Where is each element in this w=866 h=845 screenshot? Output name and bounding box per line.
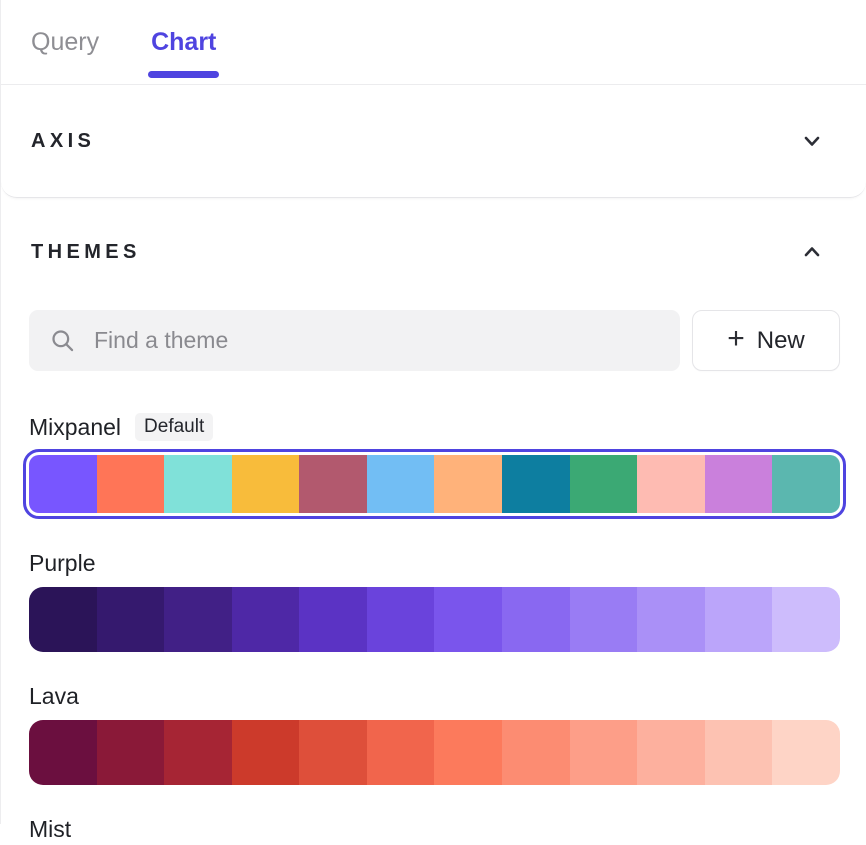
swatch-row bbox=[29, 720, 840, 785]
theme-search[interactable] bbox=[29, 310, 680, 371]
themes-section: THEMES + New MixpanelDefaultPurpleLavaMi… bbox=[1, 198, 866, 845]
new-theme-button-label: New bbox=[757, 327, 805, 355]
color-swatch bbox=[232, 455, 300, 513]
color-swatch bbox=[434, 720, 502, 785]
theme-name: Mixpanel bbox=[29, 414, 121, 441]
color-swatch bbox=[637, 587, 705, 652]
swatch-row bbox=[29, 455, 840, 513]
default-badge: Default bbox=[135, 413, 213, 442]
color-swatch bbox=[502, 720, 570, 785]
theme-row-mixpanel[interactable]: Mixpanel Default bbox=[29, 411, 840, 519]
color-swatch bbox=[29, 720, 97, 785]
color-swatch bbox=[502, 455, 570, 513]
theme-swatch-strip-selected[interactable] bbox=[23, 449, 846, 519]
new-theme-button[interactable]: + New bbox=[692, 310, 840, 371]
theme-swatch-strip[interactable] bbox=[29, 587, 840, 652]
color-swatch bbox=[299, 587, 367, 652]
color-swatch bbox=[705, 720, 773, 785]
color-swatch bbox=[97, 587, 165, 652]
theme-label: Lava bbox=[29, 680, 840, 712]
color-swatch bbox=[570, 720, 638, 785]
color-swatch bbox=[97, 455, 165, 513]
color-swatch bbox=[772, 587, 840, 652]
theme-controls: + New bbox=[29, 310, 840, 371]
color-swatch bbox=[232, 587, 300, 652]
theme-swatch-strip[interactable] bbox=[29, 720, 840, 785]
color-swatch bbox=[570, 455, 638, 513]
color-swatch bbox=[570, 587, 638, 652]
theme-label: Purple bbox=[29, 547, 840, 579]
theme-row-purple[interactable]: Purple bbox=[29, 547, 840, 652]
color-swatch bbox=[29, 455, 97, 513]
theme-label: Mixpanel Default bbox=[29, 411, 840, 443]
plus-icon: + bbox=[727, 324, 745, 354]
axis-section-title: AXIS bbox=[31, 130, 95, 153]
color-swatch bbox=[367, 587, 435, 652]
color-swatch bbox=[772, 720, 840, 785]
color-swatch bbox=[434, 455, 502, 513]
chevron-down-icon[interactable] bbox=[802, 131, 822, 151]
theme-name: Mist bbox=[29, 816, 71, 843]
color-swatch bbox=[434, 587, 502, 652]
color-swatch bbox=[637, 455, 705, 513]
color-swatch bbox=[97, 720, 165, 785]
tab-query[interactable]: Query bbox=[31, 0, 99, 84]
theme-name: Purple bbox=[29, 550, 95, 577]
theme-row-lava[interactable]: Lava bbox=[29, 680, 840, 785]
color-swatch bbox=[164, 455, 232, 513]
color-swatch bbox=[502, 587, 570, 652]
themes-section-title: THEMES bbox=[31, 241, 141, 264]
theme-row-mist[interactable]: Mist bbox=[29, 813, 840, 845]
theme-label: Mist bbox=[29, 813, 840, 845]
themes-section-header[interactable]: THEMES bbox=[1, 234, 866, 270]
tab-chart[interactable]: Chart bbox=[151, 0, 216, 84]
axis-section: AXIS bbox=[1, 85, 866, 198]
theme-list: Mixpanel Default Purple Lava Mist bbox=[1, 411, 866, 845]
theme-name: Lava bbox=[29, 683, 79, 710]
color-swatch bbox=[367, 455, 435, 513]
color-swatch bbox=[705, 587, 773, 652]
color-swatch bbox=[772, 455, 840, 513]
tab-bar: Query Chart bbox=[1, 0, 866, 85]
search-input[interactable] bbox=[92, 326, 660, 355]
color-swatch bbox=[705, 455, 773, 513]
search-icon bbox=[49, 327, 76, 354]
color-swatch bbox=[299, 720, 367, 785]
color-swatch bbox=[299, 455, 367, 513]
axis-section-header[interactable]: AXIS bbox=[1, 130, 866, 153]
color-swatch bbox=[637, 720, 705, 785]
swatch-row bbox=[29, 587, 840, 652]
color-swatch bbox=[164, 587, 232, 652]
color-swatch bbox=[29, 587, 97, 652]
color-swatch bbox=[367, 720, 435, 785]
color-swatch bbox=[164, 720, 232, 785]
chevron-up-icon[interactable] bbox=[802, 242, 822, 262]
color-swatch bbox=[232, 720, 300, 785]
chart-settings-panel: Query Chart AXIS THEMES bbox=[0, 0, 866, 824]
